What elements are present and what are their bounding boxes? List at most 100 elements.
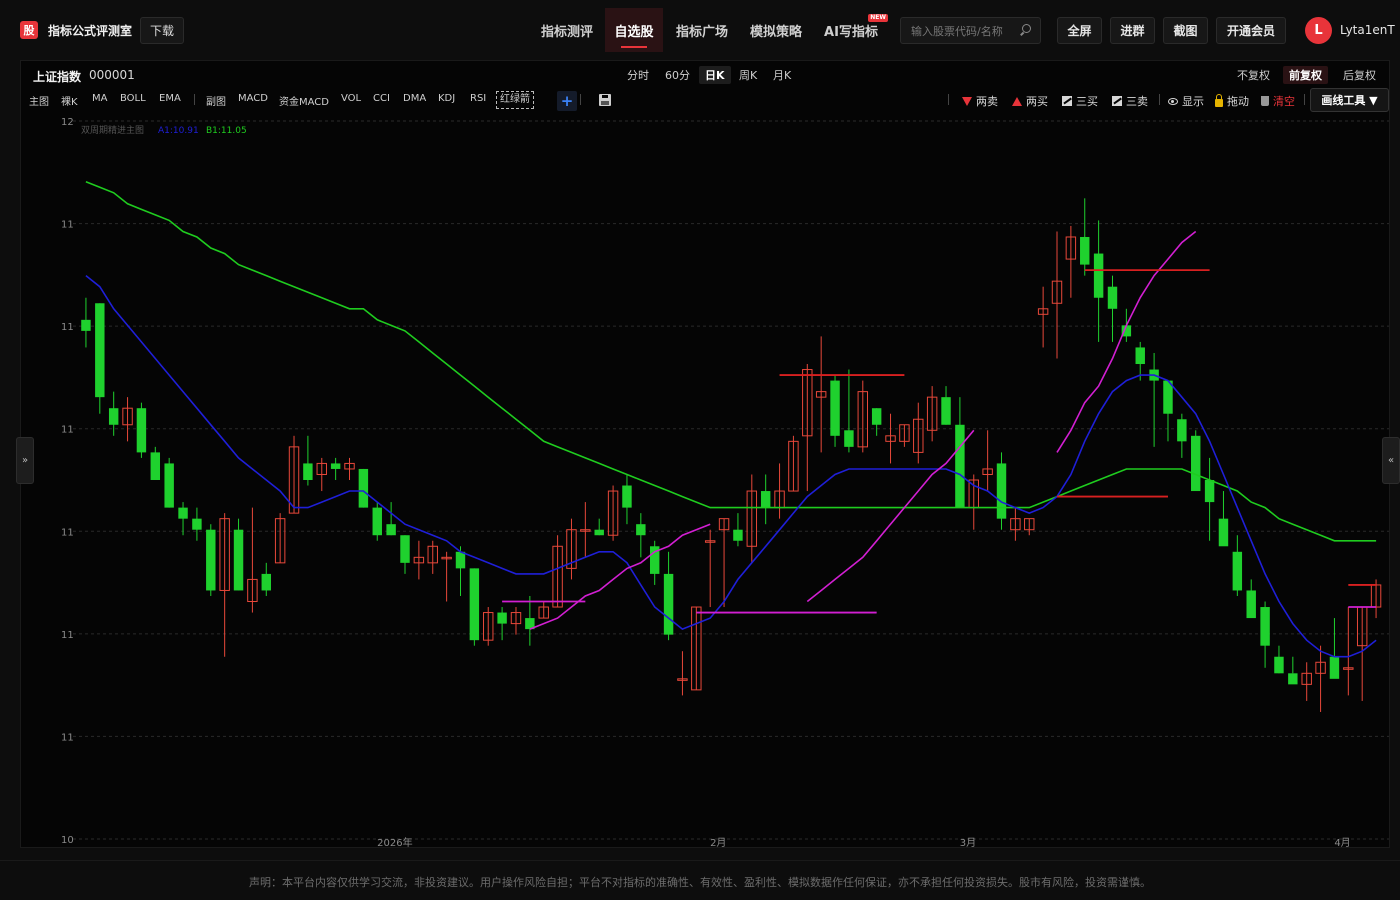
search-input[interactable]	[911, 23, 1019, 39]
candle-body	[733, 529, 743, 541]
nav-label: AI写指标	[824, 24, 878, 40]
add-indicator-button[interactable]: +	[557, 91, 577, 111]
ma-blue-line	[85, 274, 1377, 658]
indicator-rsi[interactable]: RSI	[470, 93, 486, 104]
three-buy-tool[interactable]: 三买	[1062, 93, 1098, 109]
nav-indicator-review[interactable]: 指标测评	[532, 8, 602, 52]
candle-body	[844, 430, 854, 447]
period-intraday[interactable]: 分时	[621, 66, 655, 84]
logo-icon[interactable]: 股	[20, 21, 38, 39]
candle-body	[1260, 607, 1270, 646]
candle-body	[1288, 673, 1298, 685]
divider	[194, 94, 195, 105]
adjust-none[interactable]: 不复权	[1231, 66, 1276, 84]
nav-ai-indicator[interactable]: AI写指标 NEW	[815, 8, 888, 52]
y-tick-label: 11	[61, 322, 74, 333]
two-buy-tool[interactable]: 两买	[1012, 93, 1048, 109]
period-monthly[interactable]: 月K	[767, 66, 797, 84]
candle-body	[400, 535, 410, 563]
y-tick-label: 11	[61, 630, 74, 641]
clear-button[interactable]: 清空	[1261, 93, 1295, 109]
expand-left-panel[interactable]: »	[16, 437, 34, 484]
vip-button[interactable]: 开通会员	[1216, 17, 1286, 44]
fullscreen-button[interactable]: 全屏	[1057, 17, 1102, 44]
indicator-sub[interactable]: 副图	[206, 93, 226, 108]
avatar[interactable]: L	[1305, 17, 1332, 44]
indicator-cci[interactable]: CCI	[373, 93, 390, 104]
tool-label: 两买	[1026, 95, 1048, 108]
adjust-backward[interactable]: 后复权	[1337, 66, 1382, 84]
x-tick-label: 2026年	[377, 836, 412, 847]
nav-watchlist[interactable]: 自选股	[605, 8, 663, 52]
new-badge: NEW	[868, 13, 888, 22]
nav-indicator-square[interactable]: 指标广场	[667, 8, 737, 52]
candle-body	[1204, 480, 1215, 503]
expand-right-panel[interactable]: «	[1382, 437, 1400, 484]
adjust-forward[interactable]: 前复权	[1283, 66, 1328, 84]
screenshot-button[interactable]: 截图	[1163, 17, 1208, 44]
indicator-dma[interactable]: DMA	[403, 93, 426, 104]
stock-search[interactable]	[900, 17, 1041, 44]
show-toggle[interactable]: 显示	[1168, 93, 1204, 109]
candle-body	[206, 529, 216, 591]
candle-body	[1232, 551, 1243, 591]
ma-green-line	[85, 181, 1377, 542]
candle-body	[1191, 435, 1201, 492]
candle-body	[830, 380, 840, 436]
legend-b1: B1:11.05	[206, 126, 247, 136]
indicator-boll[interactable]: BOLL	[120, 93, 146, 104]
nav-label: 模拟策略	[749, 24, 802, 40]
candle-body	[760, 491, 771, 508]
search-icon[interactable]	[1022, 24, 1031, 33]
trend-line-icon	[1112, 96, 1122, 106]
indicator-macd[interactable]: MACD	[238, 93, 268, 104]
nav-label-wrap: AI写指标 NEW	[824, 13, 888, 40]
trash-icon	[1261, 96, 1269, 106]
candle-body	[1107, 286, 1118, 309]
indicator-main[interactable]: 主图	[29, 93, 49, 108]
candle-body	[636, 524, 646, 536]
two-sell-tool[interactable]: 两卖	[962, 93, 998, 109]
indicator-red-green-arrow[interactable]: 红绿箭	[496, 91, 534, 109]
drag-toggle[interactable]: 拖动	[1215, 93, 1249, 109]
indicator-ema[interactable]: EMA	[159, 93, 181, 104]
indicator-ma[interactable]: MA	[92, 93, 107, 104]
candle-body	[1246, 590, 1256, 619]
period-60min[interactable]: 60分	[659, 66, 696, 84]
indicator-fund-macd[interactable]: 资金MACD	[279, 93, 329, 108]
username[interactable]: Lyta1enT	[1340, 23, 1395, 37]
period-daily[interactable]: 日K	[699, 66, 731, 84]
join-group-button[interactable]: 进群	[1110, 17, 1155, 44]
draw-tools-dropdown[interactable]: 画线工具 ▼	[1310, 88, 1389, 112]
candle-body	[178, 507, 188, 519]
candle-body	[81, 319, 91, 331]
candle-body	[372, 507, 382, 536]
candle-body	[261, 573, 271, 591]
app-title[interactable]: 指标公式评测室	[48, 22, 132, 39]
save-icon[interactable]	[599, 94, 611, 106]
candle-body	[192, 518, 202, 530]
candle-body	[1093, 253, 1104, 298]
candle-body	[996, 463, 1007, 519]
candle-body	[497, 612, 507, 624]
indicator-kdj[interactable]: KDJ	[438, 93, 455, 104]
download-button[interactable]: 下载	[140, 17, 184, 44]
candle-body	[955, 424, 965, 508]
indicator-vol[interactable]: VOL	[341, 93, 361, 104]
tool-label: 清空	[1273, 95, 1295, 108]
indicator-bare-k[interactable]: 裸K	[61, 93, 78, 108]
lock-icon	[1215, 93, 1223, 107]
buy-arrow-icon	[1012, 96, 1022, 106]
period-weekly[interactable]: 周K	[733, 66, 763, 84]
candle-body	[95, 303, 105, 398]
candle-body	[1274, 656, 1284, 674]
candle-body	[358, 468, 369, 508]
candlestick-chart[interactable]: 12 11 11 11 11 11 11 10 2026年 2月 3月 4月 双周期精进主图 A1:10.…	[21, 113, 1389, 847]
tool-label: 三卖	[1126, 95, 1148, 108]
nav-sim-strategy[interactable]: 模拟策略	[741, 8, 811, 52]
tool-label: 两卖	[976, 95, 998, 108]
three-sell-tool[interactable]: 三卖	[1112, 93, 1148, 109]
tool-label: 三买	[1076, 95, 1098, 108]
x-tick-label: 4月	[1334, 837, 1350, 847]
footer-disclaimer: 声明：本平台内容仅供学习交流，非投资建议。用户操作风险自担；平台不对指标的准确性…	[0, 860, 1400, 900]
